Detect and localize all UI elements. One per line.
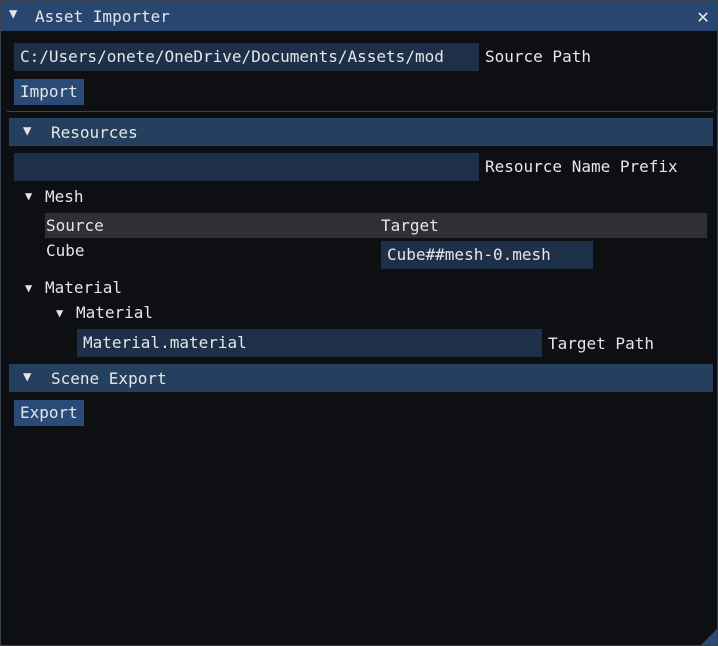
separator — [7, 111, 713, 112]
mesh-table-header — [45, 213, 707, 238]
triangle-down-icon: ▼ — [23, 123, 32, 139]
triangle-down-icon[interactable]: ▼ — [25, 189, 32, 203]
triangle-down-icon[interactable]: ▼ — [25, 281, 32, 295]
import-button[interactable]: Import — [14, 79, 84, 105]
mesh-source-cell: Cube — [46, 241, 85, 260]
column-header-target: Target — [381, 216, 439, 235]
source-path-input[interactable]: C:/Users/onete/OneDrive/Documents/Assets… — [14, 43, 479, 71]
source-path-label: Source Path — [485, 47, 591, 66]
material-tree-node[interactable]: Material — [45, 278, 122, 297]
resources-header-label: Resources — [51, 123, 138, 142]
material-subtree-node[interactable]: Material — [76, 303, 153, 322]
window-titlebar[interactable]: ▼ Asset Importer ✕ — [1, 1, 717, 31]
material-target-path-input[interactable]: Material.material — [77, 329, 542, 357]
mesh-target-input[interactable]: Cube##mesh-0.mesh — [381, 241, 593, 269]
column-header-source: Source — [46, 216, 104, 235]
resize-grip[interactable] — [701, 629, 717, 645]
collapse-window-icon[interactable]: ▼ — [9, 6, 17, 22]
mesh-tree-node[interactable]: Mesh — [45, 187, 84, 206]
triangle-down-icon: ▼ — [23, 369, 32, 385]
resource-name-prefix-input[interactable] — [14, 153, 479, 181]
close-icon[interactable]: ✕ — [697, 4, 709, 28]
scene-export-section-header[interactable]: ▼ Scene Export — [9, 364, 713, 392]
scene-export-header-label: Scene Export — [51, 369, 167, 388]
resources-section-header[interactable]: ▼ Resources — [9, 118, 713, 146]
asset-importer-window: ▼ Asset Importer ✕ C:/Users/onete/OneDri… — [0, 0, 718, 646]
material-target-path-label: Target Path — [548, 334, 654, 353]
triangle-down-icon[interactable]: ▼ — [56, 306, 63, 320]
export-button[interactable]: Export — [14, 400, 84, 426]
resource-name-prefix-label: Resource Name Prefix — [485, 157, 678, 176]
window-title: Asset Importer — [35, 7, 170, 26]
